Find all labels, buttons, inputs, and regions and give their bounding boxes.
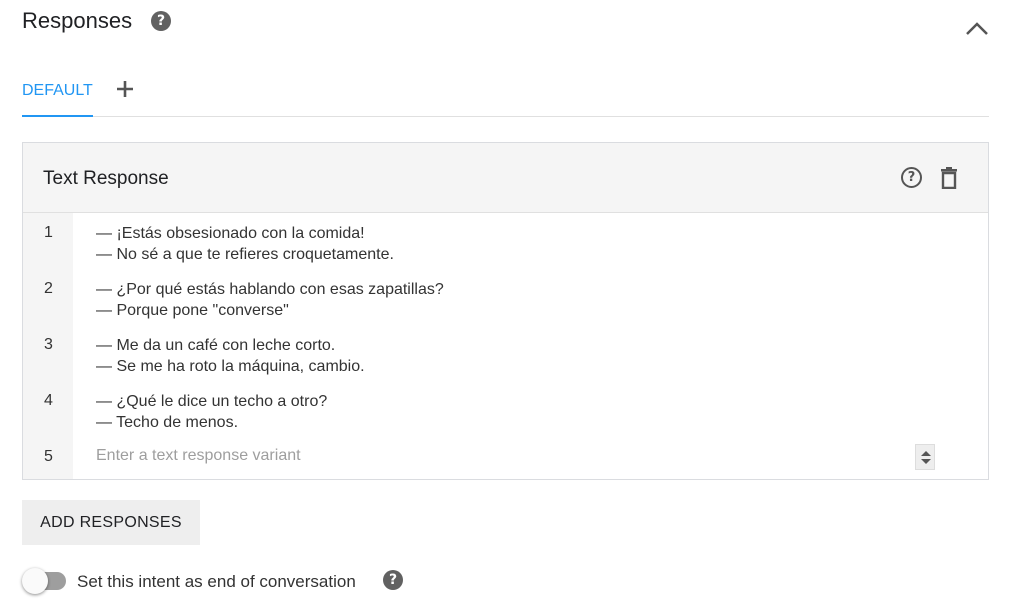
help-icon[interactable]: ?	[383, 570, 403, 590]
response-line: — ¿Qué le dice un techo a otro?	[96, 393, 328, 410]
plus-icon[interactable]	[115, 76, 135, 102]
response-line: — ¿Por qué estás hablando con esas zapat…	[96, 281, 444, 298]
response-line: — No sé a que te refieres croquetamente.	[96, 246, 394, 263]
card-header: Text Response ?	[23, 143, 988, 213]
trash-icon[interactable]	[939, 167, 959, 189]
row-number: 2	[44, 280, 53, 297]
response-variant[interactable]: — Me da un café con leche corto. — Se me…	[96, 335, 365, 377]
row-number: 1	[44, 224, 53, 241]
response-variant[interactable]: — ¿Por qué estás hablando con esas zapat…	[96, 279, 444, 321]
add-responses-button[interactable]: ADD RESPONSES	[22, 500, 200, 545]
responses-title: Responses	[22, 8, 133, 33]
tab-bar: DEFAULT	[22, 70, 989, 117]
help-outline-icon[interactable]: ?	[901, 167, 922, 188]
caret-down-icon	[921, 459, 931, 464]
response-line: — Me da un café con leche corto.	[96, 337, 336, 354]
toggle-knob[interactable]	[22, 568, 48, 594]
response-line: — Se me ha roto la máquina, cambio.	[96, 358, 365, 375]
response-variant[interactable]: — ¿Qué le dice un techo a otro? — Techo …	[96, 391, 327, 433]
response-variant[interactable]: — ¡Estás obsesionado con la comida! — No…	[96, 223, 394, 265]
response-rows: 1 — ¡Estás obsesionado con la comida! — …	[23, 213, 988, 479]
response-line: — Techo de menos.	[96, 414, 239, 431]
response-line: — Porque pone "converse"	[96, 302, 289, 319]
text-response-card: Text Response ? 1 — ¡Estás obsesionado c…	[22, 142, 989, 480]
help-icon[interactable]: ?	[151, 11, 171, 31]
card-title: Text Response	[43, 168, 169, 189]
row-number: 4	[44, 392, 53, 409]
chevron-up-icon[interactable]	[962, 18, 992, 40]
resize-stepper[interactable]	[915, 444, 935, 470]
row-number: 3	[44, 336, 53, 353]
caret-up-icon	[921, 451, 931, 456]
response-line: — ¡Estás obsesionado con la comida!	[96, 225, 365, 242]
end-conversation-label: Set this intent as end of conversation	[77, 572, 356, 591]
new-response-input[interactable]: Enter a text response variant	[96, 447, 301, 465]
tab-default[interactable]: DEFAULT	[22, 82, 93, 117]
row-number: 5	[44, 448, 53, 465]
